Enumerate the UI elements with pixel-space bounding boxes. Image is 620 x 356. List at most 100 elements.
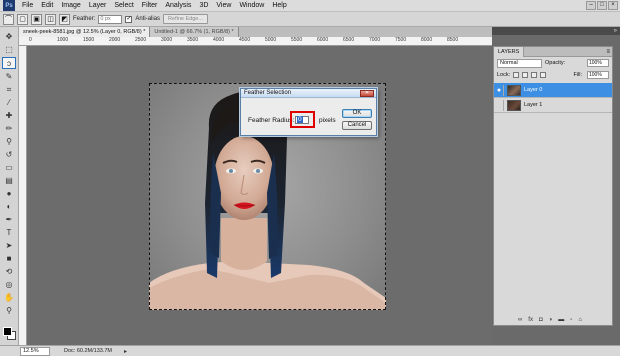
feather-input[interactable]: 0 px [98,14,123,24]
opacity-label: Opacity: [545,60,566,66]
zoom-input[interactable]: 12.5% [20,346,50,356]
healing-brush-tool-icon[interactable]: ✚ [2,110,16,122]
subtract-selection-icon[interactable]: ◫ [45,13,56,25]
eraser-tool-icon[interactable]: ▭ [2,162,16,174]
dialog-close-icon[interactable]: ✕ [360,89,374,97]
layers-tab[interactable]: LAYERS [494,46,525,57]
path-selection-tool-icon[interactable]: ➤ [2,240,16,252]
feather-radius-label: Feather Radius: [248,117,295,124]
window-controls: – □ × [586,1,618,10]
visibility-eye-icon[interactable] [495,99,504,111]
visibility-eye-icon[interactable]: ● [495,84,504,96]
brush-tool-icon[interactable]: ✏ [2,123,16,135]
minimize-icon[interactable]: – [586,1,596,10]
quick-select-tool-icon[interactable]: ✎ [2,71,16,83]
lock-position-icon[interactable] [531,72,538,78]
gradient-tool-icon[interactable]: ▤ [2,175,16,187]
dialog-title: Feather Selection [244,90,292,96]
group-icon[interactable]: ▬ [558,317,564,323]
menu-help[interactable]: Help [268,0,290,12]
unit-label: pixels [319,117,336,124]
menu-bar: Ps File Edit Image Layer Select Filter A… [0,0,620,12]
feather-radius-value: 0 [297,116,303,123]
antialias-checkbox[interactable]: ✓ [125,15,133,23]
ruler-label: 4500 [239,37,251,43]
fx-icon[interactable]: fx [528,317,533,323]
panel-menu-icon[interactable]: ≡ [606,49,610,55]
marquee-tool-icon[interactable]: ⬚ [2,44,16,56]
layer-name: Layer 1 [524,102,543,108]
lock-pixels-icon[interactable] [522,72,529,78]
intersect-selection-icon[interactable]: ◩ [59,13,70,25]
menu-select[interactable]: Select [110,0,137,12]
lock-all-icon[interactable] [540,72,547,78]
dock-header: » [492,27,620,35]
new-layer-icon[interactable]: ▫ [570,317,572,323]
menu-view[interactable]: View [212,0,235,12]
cancel-button[interactable]: Cancel [342,121,372,130]
mask-icon[interactable]: ◘ [539,317,543,323]
maximize-icon[interactable]: □ [597,1,607,10]
menu-3d[interactable]: 3D [195,0,212,12]
lock-transparency-icon[interactable] [513,72,520,78]
feather-radius-input[interactable]: 0 [295,116,309,124]
ok-button[interactable]: OK [342,109,372,118]
type-tool-icon[interactable]: T [2,227,16,239]
layer-row[interactable]: ● Layer 0 [494,83,612,98]
menu-analysis[interactable]: Analysis [161,0,195,12]
eyedropper-tool-icon[interactable]: ⁄ [2,97,16,109]
adjustment-icon[interactable]: ◑ [549,317,553,323]
collapse-icon[interactable]: » [614,27,617,35]
ruler-label: 6000 [317,37,329,43]
status-menu-arrow-icon[interactable]: ▸ [124,348,127,355]
shape-tool-icon[interactable]: ■ [2,253,16,265]
document-tab-active[interactable]: sneek-peek-8581.jpg @ 12.5% (Layer 0, RG… [19,27,151,37]
pen-tool-icon[interactable]: ✒ [2,214,16,226]
lasso-tool-preset-icon[interactable]: ⌒ [3,13,14,25]
menu-layer[interactable]: Layer [85,0,111,12]
radius-highlight-box: 0 [290,111,315,128]
crop-tool-icon[interactable]: ⌗ [2,84,16,96]
layers-panel-footer: ∞ fx ◘ ◑ ▬ ▫ ⌂ [518,317,582,323]
antialias-label: Anti-alias [135,16,161,22]
blur-tool-icon[interactable]: ● [2,188,16,200]
status-bar: 12.5% Doc: 60.2M/133.7M ▸ [0,345,620,356]
dodge-tool-icon[interactable]: ◐ [2,201,16,213]
refine-edge-button[interactable]: Refine Edge... [163,14,208,24]
menu-edit[interactable]: Edit [37,0,57,12]
layer-row[interactable]: Layer 1 [494,98,612,113]
ruler-label: 3500 [187,37,199,43]
clone-stamp-tool-icon[interactable]: ⚲ [2,136,16,148]
layers-panel: LAYERS ≡ Normal Opacity: 100% Lock: Fill… [493,46,613,326]
menu-window[interactable]: Window [235,0,268,12]
zoom-tool-icon[interactable]: ⚲ [2,305,16,317]
foreground-color-swatch[interactable] [3,327,12,336]
lasso-tool-icon[interactable]: ↄ [2,57,16,69]
document-tab-inactive[interactable]: Untitled-1 @ 66.7% (1, RGB/8) * [150,27,239,37]
3d-rotate-tool-icon[interactable]: ⟲ [2,266,16,278]
history-brush-tool-icon[interactable]: ↺ [2,149,16,161]
blend-mode-select[interactable]: Normal [497,58,542,68]
move-tool-icon[interactable]: ✥ [2,31,16,43]
ruler-label: 0 [29,37,32,43]
trash-icon[interactable]: ⌂ [578,317,582,323]
fill-label: Fill: [573,72,582,78]
opacity-input[interactable]: 100% [587,59,609,67]
photoshop-logo: Ps [3,0,15,11]
new-selection-icon[interactable]: ▢ [17,13,28,25]
feather-selection-dialog: Feather Selection ✕ Feather Radius: 0 pi… [240,88,377,136]
menu-image[interactable]: Image [57,0,84,12]
hand-tool-icon[interactable]: ✋ [2,292,16,304]
3d-orbit-tool-icon[interactable]: ◎ [2,279,16,291]
menu-file[interactable]: File [18,0,37,12]
close-icon[interactable]: × [608,1,618,10]
ruler-label: 5000 [265,37,277,43]
menu-filter[interactable]: Filter [138,0,162,12]
layers-panel-tabbar: LAYERS ≡ [494,46,612,57]
fill-input[interactable]: 100% [587,71,609,79]
link-icon[interactable]: ∞ [518,317,522,323]
dialog-titlebar: Feather Selection ✕ [241,89,376,98]
add-selection-icon[interactable]: ▣ [31,13,42,25]
ruler-label: 4000 [213,37,225,43]
layer-list: ● Layer 0 Layer 1 [494,83,612,113]
